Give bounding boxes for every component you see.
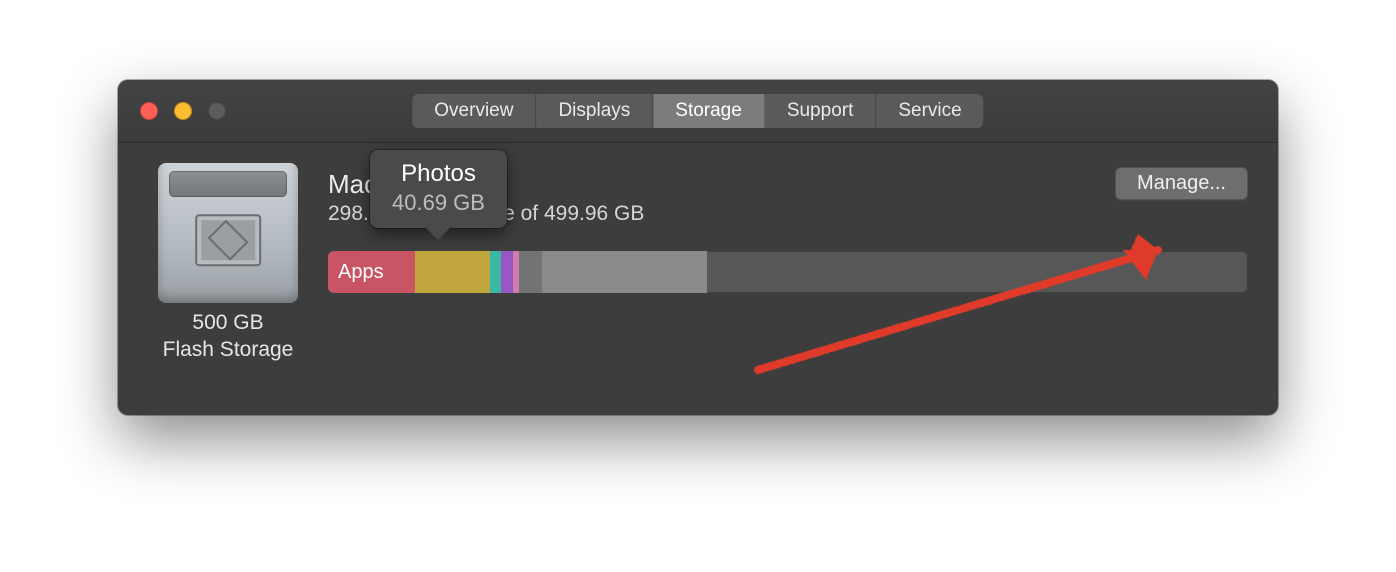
storage-segment-system[interactable] (519, 251, 542, 293)
drive-capacity-line2: Flash Storage (163, 338, 294, 361)
about-this-mac-window: Overview Displays Storage Support Servic… (118, 80, 1278, 415)
zoom-window-button[interactable] (208, 102, 226, 120)
tab-service[interactable]: Service (876, 94, 983, 128)
tab-storage[interactable]: Storage (653, 94, 765, 128)
content-area: 500 GB Flash Storage Mac 298. xx GB avai… (118, 143, 1278, 416)
storage-segment-apps-label: Apps (338, 261, 384, 284)
tooltip-title: Photos (392, 160, 485, 188)
drive-capacity-label: 500 GB Flash Storage (138, 309, 318, 364)
titlebar: Overview Displays Storage Support Servic… (118, 80, 1278, 143)
storage-segment-apps[interactable]: Apps (328, 251, 415, 293)
storage-segment-other[interactable] (542, 251, 707, 293)
manage-button[interactable]: Manage... (1115, 167, 1248, 200)
storage-segment-teal[interactable] (490, 251, 501, 293)
drive-capacity-line1: 500 GB (192, 311, 263, 334)
avail-total: 499.96 GB (544, 202, 644, 225)
storage-segment-purple[interactable] (501, 251, 513, 293)
tab-support[interactable]: Support (765, 94, 877, 128)
storage-segment-free (707, 251, 1248, 293)
close-window-button[interactable] (140, 102, 158, 120)
drive-info: 500 GB Flash Storage (138, 163, 318, 364)
storage-tooltip: Photos 40.69 GB (370, 150, 507, 228)
drive-icon (158, 163, 298, 303)
tab-displays[interactable]: Displays (536, 94, 653, 128)
traffic-lights (140, 102, 226, 120)
minimize-window-button[interactable] (174, 102, 192, 120)
tab-bar: Overview Displays Storage Support Servic… (412, 94, 983, 128)
tab-overview[interactable]: Overview (412, 94, 536, 128)
storage-bar[interactable]: Apps (328, 251, 1248, 293)
avail-prefix: 298. (328, 202, 369, 225)
storage-segment-photos[interactable] (415, 251, 490, 293)
tooltip-subtitle: 40.69 GB (392, 190, 485, 216)
